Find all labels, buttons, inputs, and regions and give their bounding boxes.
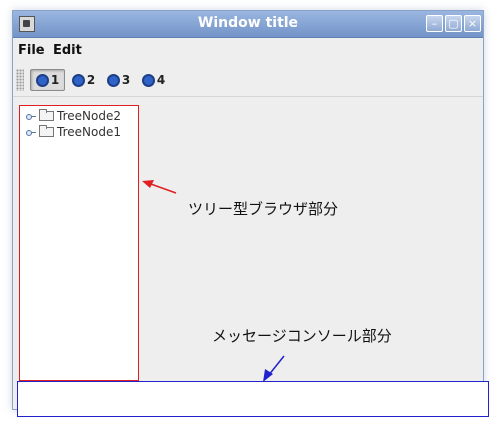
message-console-panel[interactable] xyxy=(17,381,489,417)
tree-browser-annotation: ツリー型ブラウザ部分 xyxy=(188,200,339,218)
console-annotation: メッセージコンソール部分 xyxy=(212,327,392,345)
tree-annotation-arrow-line xyxy=(147,182,177,194)
